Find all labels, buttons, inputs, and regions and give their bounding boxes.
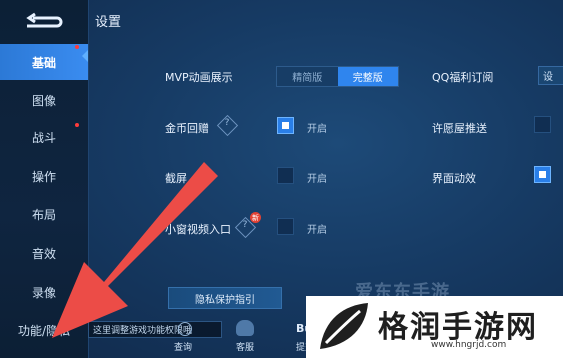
leaf-logo-icon: [320, 303, 368, 349]
logo-watermark: 格润手游网 www.hngrjd.com: [306, 296, 563, 358]
logo-url: www.hngrjd.com: [431, 340, 507, 350]
